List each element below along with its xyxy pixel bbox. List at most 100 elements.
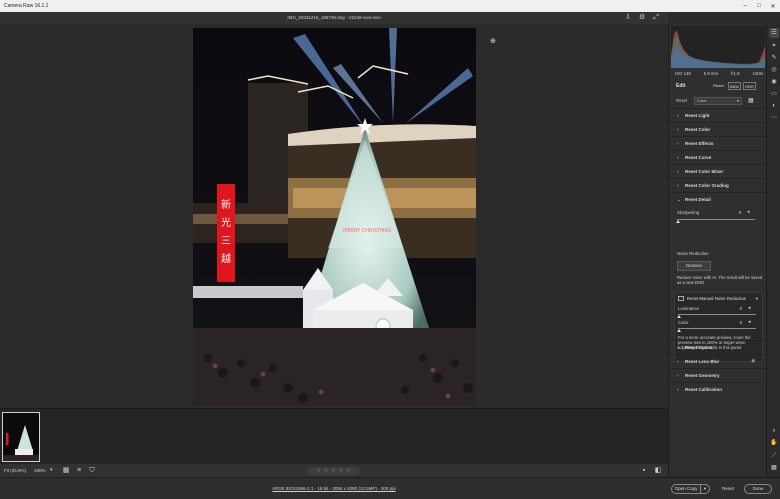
section-calibration[interactable]: › Reset Calibration [669, 382, 767, 396]
close-button[interactable]: ✕ [766, 0, 780, 12]
sign-char-4: 越 [221, 252, 231, 265]
sharpening-value[interactable]: 0 [727, 210, 741, 216]
fullscreen-icon[interactable]: ⤢ [652, 14, 660, 22]
chevron-right-icon: › [677, 183, 679, 189]
single-view-icon[interactable]: ▪ [640, 467, 648, 475]
color-nr-value[interactable]: 0 [728, 320, 742, 326]
section-curve[interactable]: › Reset Curve [669, 150, 767, 164]
filmstrip-view-icon[interactable]: ▦ [62, 467, 70, 475]
red-eye-icon[interactable]: ◉ [769, 77, 779, 87]
bw-button[interactable]: B&W [728, 82, 741, 90]
luminance-slider-handle[interactable] [677, 315, 681, 318]
iso-value: ISO 148 [675, 71, 691, 76]
done-button[interactable]: Done [744, 484, 772, 494]
eye-icon[interactable]: ◉ [751, 358, 755, 364]
section-title: Reset Detail [685, 197, 711, 202]
file-bar: IMG_20231216_185739.dng - V2246-vivo-viv… [0, 12, 668, 24]
photo-preview[interactable]: 新 光 三 越 MERRY CHRISTMAS [193, 28, 476, 406]
histogram [671, 26, 765, 68]
chevron-right-icon: › [677, 345, 679, 351]
open-options-dropdown[interactable]: ▾ [701, 484, 710, 494]
masking-icon[interactable]: ◎ [769, 65, 779, 75]
filter-icon[interactable]: ⛉ [88, 467, 96, 475]
snapshots-icon[interactable]: ▭ [769, 89, 779, 99]
section-title: Reset Color Grading [685, 183, 729, 188]
sign-char-3: 三 [221, 236, 231, 247]
manual-nr-icon [678, 296, 684, 302]
camera-info: ISO 148 5.8 mm f/1.8 1/60s [675, 71, 763, 76]
edit-sliders-icon[interactable]: ☰ [769, 28, 779, 38]
profile-reset-label[interactable]: Reset [676, 98, 687, 103]
star-icon[interactable]: ☆ [316, 467, 320, 475]
star-icon[interactable]: ☆ [331, 467, 335, 475]
maximize-button[interactable]: □ [752, 0, 766, 12]
healing-brush-icon[interactable]: ✎ [769, 53, 779, 63]
section-lens-blur[interactable]: › Reset Lens Blur ◉ [669, 354, 767, 368]
sort-icon[interactable]: ≡ [75, 467, 83, 475]
presets-icon[interactable]: ◐ [769, 101, 779, 111]
zoom-in-icon[interactable]: ⊕ [490, 37, 496, 45]
filmstrip-thumbnail[interactable] [2, 412, 40, 462]
hand-tool-icon[interactable]: ✋ [769, 438, 779, 448]
chevron-down-icon: ⌄ [677, 197, 682, 203]
color-nr-label: Color [678, 320, 689, 325]
white-balance-icon[interactable]: ⟋ [769, 451, 779, 461]
profile-value: Color [697, 98, 707, 103]
shutter-value: 1/60s [752, 71, 763, 76]
file-name: IMG_20231216_185739.dng - V2246-vivo-viv… [287, 15, 381, 20]
settings-gear-icon[interactable]: ⚙ [638, 14, 646, 22]
denoise-button[interactable]: Denoise [677, 261, 711, 271]
workflow-options-link[interactable]: sRGB IEC61966-2.1 - 16 bit - 3056 x 4080… [0, 486, 668, 491]
before-after-icon[interactable]: ◧ [654, 467, 662, 475]
chevron-right-icon: › [677, 141, 679, 147]
section-color-grading[interactable]: › Reset Color Grading [669, 178, 767, 192]
section-color-mixer[interactable]: › Reset Color Mixer [669, 164, 767, 178]
crop-icon[interactable]: ⌗ [769, 41, 779, 51]
section-optics[interactable]: › Reset Optics [669, 340, 767, 354]
hdr-button[interactable]: HDR [743, 82, 756, 90]
chevron-down-icon: ▾ [736, 98, 739, 103]
section-effects[interactable]: › Reset Effects [669, 136, 767, 150]
status-bar: sRGB IEC61966-2.1 - 16 bit - 3056 x 4080… [0, 477, 780, 499]
zoom-tool-icon[interactable]: ⌕ [769, 426, 779, 436]
color-nr-slider-handle[interactable] [677, 329, 681, 332]
section-light[interactable]: › Reset Light [669, 108, 767, 122]
denoise-note: Reduce noise with AI. The result will be… [677, 275, 763, 286]
more-options-icon[interactable]: ⋯ [769, 113, 779, 123]
rating-stars[interactable]: ☆ ☆ ☆ ☆ ☆ [307, 467, 360, 475]
zoom-level-label[interactable]: 100% [34, 468, 46, 473]
chevron-down-icon[interactable]: ▾ [756, 296, 758, 302]
luminance-value[interactable]: 0 [728, 306, 742, 312]
section-color[interactable]: › Reset Color [669, 122, 767, 136]
section-geometry[interactable]: › Reset Geometry [669, 368, 767, 382]
luminance-slider[interactable] [678, 314, 756, 315]
sharpening-slider[interactable] [677, 219, 755, 220]
edit-reset-button[interactable]: Reset [712, 82, 725, 90]
star-icon[interactable]: ☆ [346, 467, 350, 475]
chevron-right-icon: › [677, 113, 679, 119]
open-copy-button[interactable]: Open Copy [671, 484, 701, 494]
section-detail[interactable]: ⌄ Reset Detail [669, 192, 767, 206]
star-icon[interactable]: ☆ [324, 467, 328, 475]
aperture-value: f/1.8 [731, 71, 740, 76]
sharpening-slider-handle[interactable] [676, 220, 680, 223]
manual-nr-header[interactable]: Reset Manual Noise Reduction [678, 296, 746, 302]
save-icon[interactable]: ⇩ [624, 14, 632, 22]
grid-overlay-icon[interactable]: ▦ [769, 463, 779, 473]
fit-zoom-label[interactable]: Fit (25.8%) [4, 468, 26, 473]
christmas-tree-photo: 新 光 三 越 MERRY CHRISTMAS [193, 28, 476, 406]
image-canvas[interactable]: 新 光 三 越 MERRY CHRISTMAS ⊕ [0, 24, 668, 408]
luminance-label: Luminance [678, 306, 700, 311]
profile-select[interactable]: Color ▾ [694, 97, 742, 105]
section-title: Reset Optics [685, 345, 713, 350]
star-icon[interactable]: ☆ [339, 467, 343, 475]
chevron-right-icon: › [677, 169, 679, 175]
color-nr-slider[interactable] [678, 328, 756, 329]
reset-button[interactable]: Reset [718, 484, 738, 494]
zoom-dropdown-icon[interactable]: ▾ [50, 467, 53, 473]
noise-reduction-label: Noise Reduction [677, 251, 709, 256]
preview-bottom-bar: Fit (25.8%) 100% ▾ ▦ ≡ ⛉ ☆ ☆ ☆ ☆ ☆ ▪ ◧ [0, 464, 668, 477]
profile-browser-icon[interactable]: ▦ [748, 97, 754, 104]
tool-strip: ☰ ⌗ ✎ ◎ ◉ ▭ ◐ ⋯ ⌕ ✋ ⟋ ▦ [766, 24, 780, 477]
minimize-button[interactable]: – [738, 0, 752, 12]
